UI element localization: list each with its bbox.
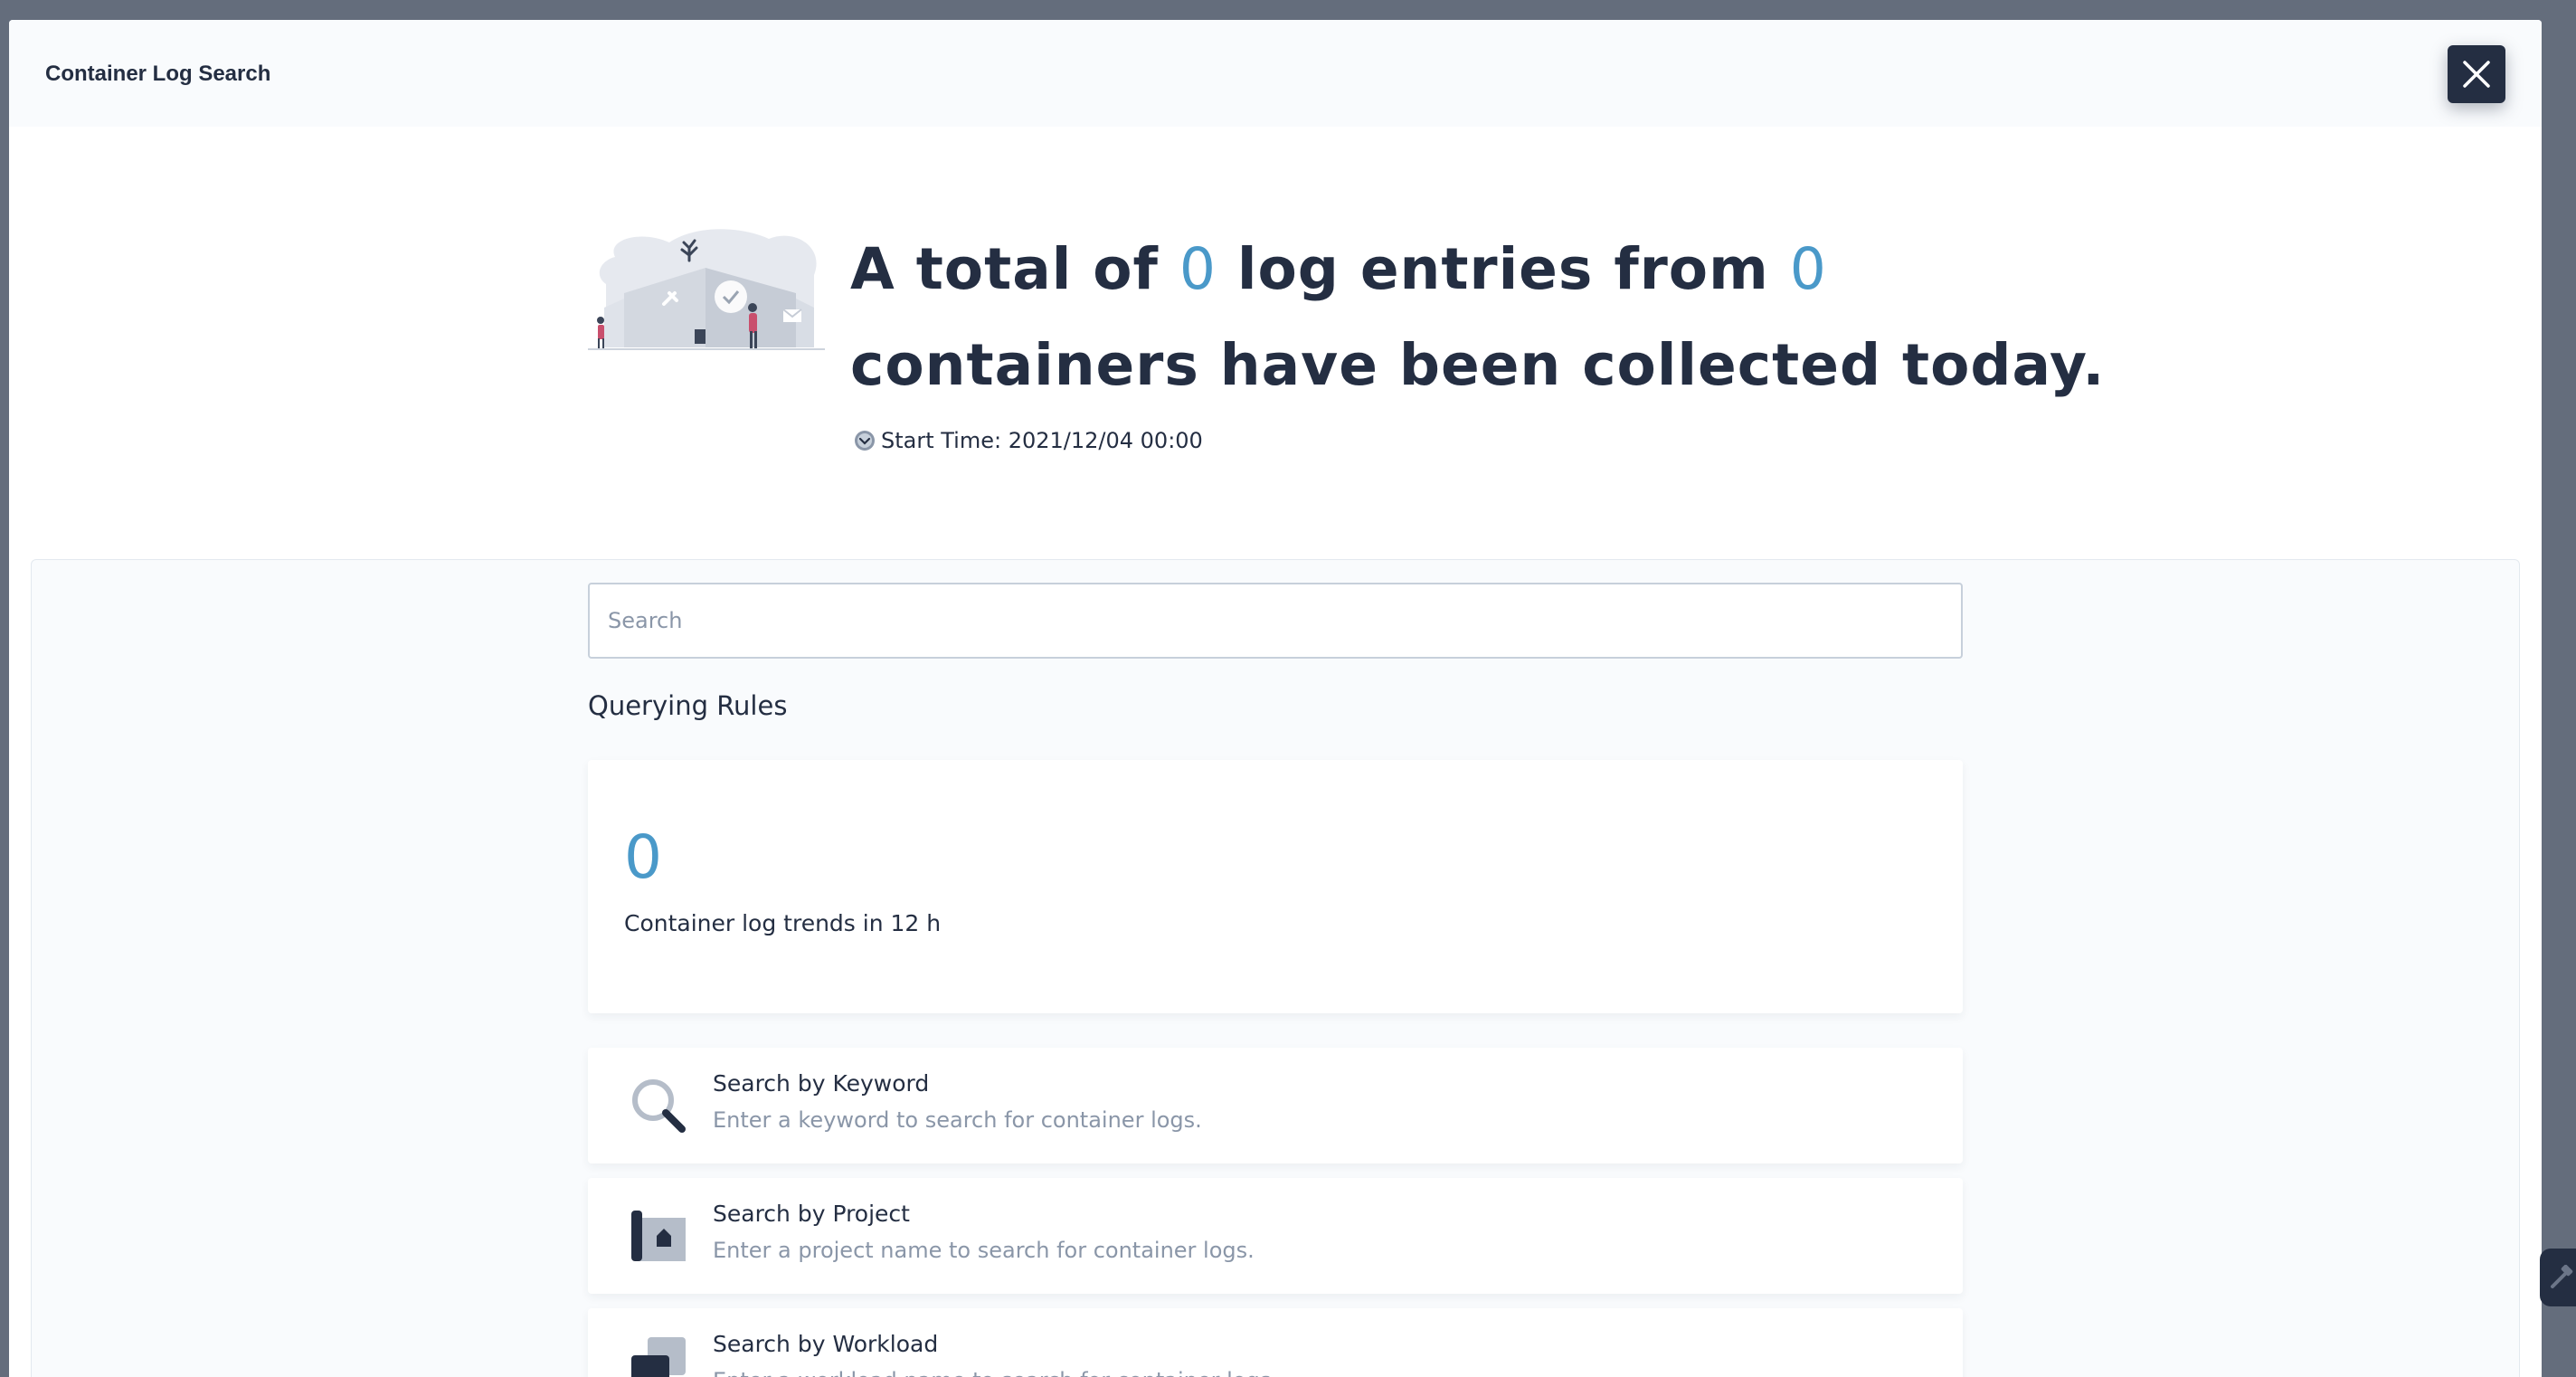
log-collection-illustration <box>588 229 825 350</box>
rule-search-by-workload[interactable]: Search by Workload Enter a workload name… <box>588 1308 1963 1377</box>
rule-search-by-project[interactable]: Search by Project Enter a project name t… <box>588 1178 1963 1294</box>
trend-count: 0 <box>624 822 662 892</box>
containers-count: 0 <box>1789 236 1827 302</box>
modal-header: Container Log Search <box>9 20 2542 127</box>
modal-title: Container Log Search <box>45 62 271 86</box>
log-search-modal: Container Log Search A total of 0 log en… <box>9 20 2542 1377</box>
log-trend-card: 0 Container log trends in 12 h <box>588 760 1963 1013</box>
rule-search-by-keyword[interactable]: Search by Keyword Enter a keyword to sea… <box>588 1048 1963 1163</box>
magnifier-icon <box>632 1079 686 1133</box>
project-icon <box>631 1211 686 1261</box>
hero-text-total: A total of <box>850 236 1159 302</box>
rule-title: Search by Workload <box>713 1331 939 1357</box>
start-time-label: Start Time: 2021/12/04 00:00 <box>881 428 1203 453</box>
search-input[interactable] <box>588 583 1963 659</box>
rule-description: Enter a project name to search for conta… <box>713 1238 1255 1263</box>
querying-rules-heading: Querying Rules <box>588 690 788 721</box>
close-button[interactable] <box>2448 45 2505 103</box>
hammer-icon <box>2551 1265 2573 1288</box>
rule-title: Search by Project <box>713 1201 910 1227</box>
rule-description: Enter a keyword to search for container … <box>713 1107 1202 1133</box>
rule-description: Enter a workload name to search for cont… <box>713 1364 1278 1377</box>
log-entries-count: 0 <box>1179 236 1217 302</box>
close-icon <box>2463 61 2490 88</box>
rule-title: Search by Keyword <box>713 1070 930 1097</box>
hero-text-entries: log entries from <box>1236 236 1769 302</box>
trend-label: Container log trends in 12 h <box>624 910 942 936</box>
hero-summary-line-2: containers have been collected today. <box>850 332 2106 398</box>
clock-icon <box>855 431 875 451</box>
workload-icon <box>631 1337 686 1377</box>
toolbox-button[interactable] <box>2540 1249 2576 1306</box>
start-time: Start Time: 2021/12/04 00:00 <box>854 425 1203 456</box>
hero-summary-line-1: A total of 0 log entries from 0 <box>850 233 1827 306</box>
